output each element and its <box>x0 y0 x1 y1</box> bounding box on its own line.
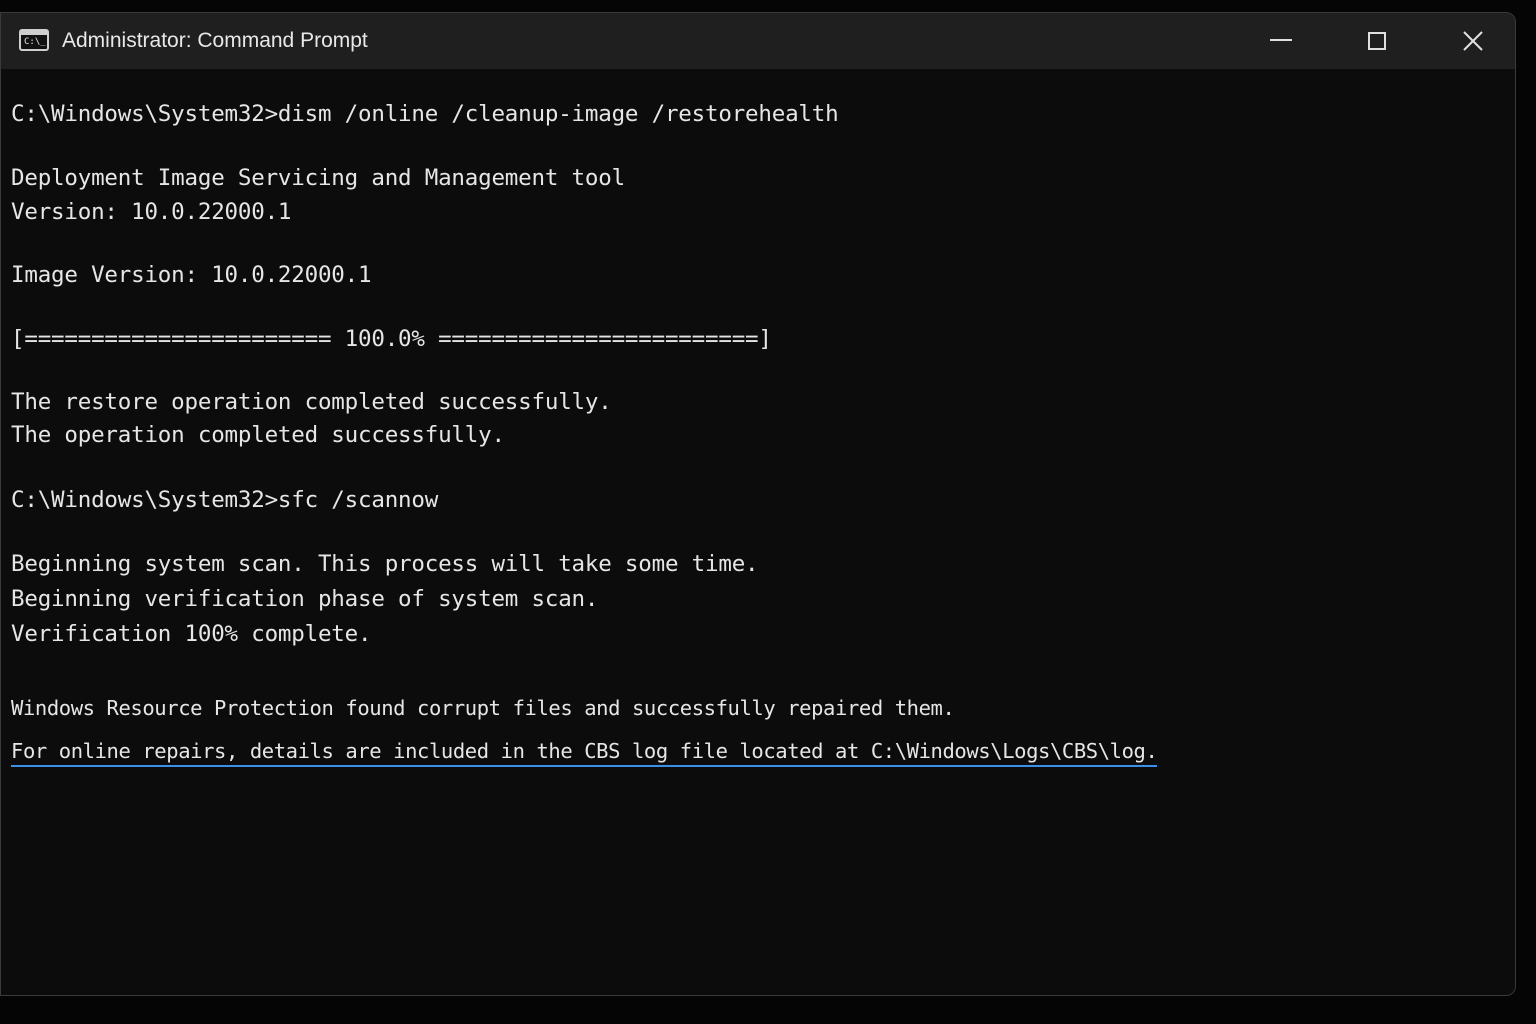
output-line: Deployment Image Servicing and Managemen… <box>11 165 625 191</box>
command-prompt-window: C:\_ Administrator: Command Prompt C:\Wi… <box>0 12 1516 996</box>
output-line: The operation completed successfully. <box>11 422 505 448</box>
output-line: Version: 10.0.22000.1 <box>11 199 292 225</box>
output-line: Verification 100% complete. <box>11 621 372 647</box>
title-bar[interactable]: C:\_ Administrator: Command Prompt <box>1 13 1515 69</box>
maximize-icon <box>1368 32 1386 50</box>
close-icon <box>1463 31 1483 51</box>
output-line: Beginning verification phase of system s… <box>11 586 599 612</box>
console-output[interactable]: C:\Windows\System32>dism /online /cleanu… <box>1 69 1515 995</box>
output-line: Image Version: 10.0.22000.1 <box>11 262 372 288</box>
minimize-button[interactable] <box>1233 13 1329 69</box>
command-line-sfc: C:\Windows\System32>sfc /scannow <box>11 487 439 513</box>
output-line: Beginning system scan. This process will… <box>11 551 759 577</box>
icon-title-bar <box>21 31 47 35</box>
close-button[interactable] <box>1425 13 1515 69</box>
maximize-button[interactable] <box>1329 13 1425 69</box>
cmd-prompt-icon: C:\_ <box>19 29 49 51</box>
minimize-icon <box>1270 39 1292 41</box>
window-title: Administrator: Command Prompt <box>62 29 368 52</box>
output-line: The restore operation completed successf… <box>11 389 612 415</box>
cbs-log-path-line[interactable]: For online repairs, details are included… <box>11 737 1158 767</box>
output-line: Windows Resource Protection found corrup… <box>11 696 955 720</box>
progress-line: [======================= 100.0% ========… <box>11 326 772 352</box>
command-line-dism: C:\Windows\System32>dism /online /cleanu… <box>11 101 839 127</box>
icon-prompt-glyph: C:\_ <box>24 37 46 47</box>
